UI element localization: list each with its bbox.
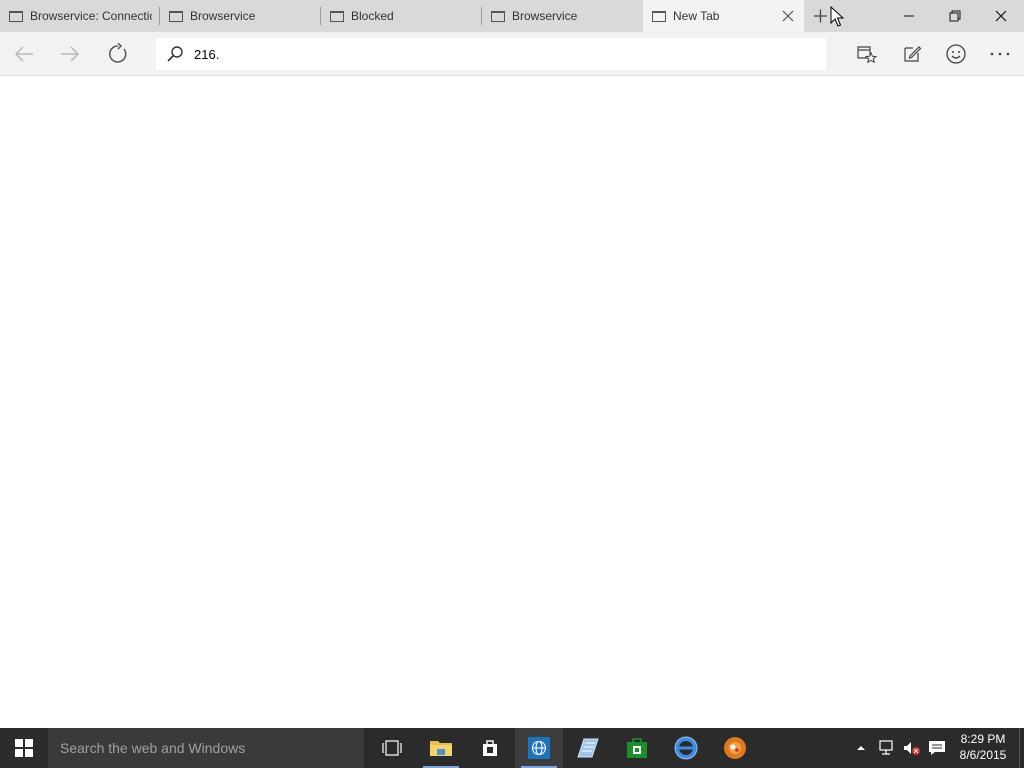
feedback-button[interactable]	[941, 40, 971, 68]
tab-blocked[interactable]: Blocked	[321, 0, 481, 32]
action-center-icon[interactable]	[927, 738, 947, 758]
page-icon	[330, 10, 344, 22]
web-note-button[interactable]	[897, 40, 927, 68]
hub-icon	[857, 46, 878, 64]
navigation-bar	[0, 32, 1024, 76]
address-bar[interactable]	[156, 38, 826, 70]
clock-time: 8:29 PM	[960, 732, 1006, 746]
back-button[interactable]	[9, 40, 39, 68]
tab-title: New Tab	[673, 9, 720, 23]
globe-icon	[528, 737, 550, 759]
page-icon	[491, 10, 505, 22]
taskbar-file-explorer[interactable]	[417, 728, 465, 768]
search-icon	[166, 45, 184, 68]
page-content	[0, 77, 1024, 728]
search-placeholder: Search the web and Windows	[60, 740, 246, 756]
tab-strip: Browservice: Connectio Browservice Block…	[0, 0, 1024, 32]
mouse-cursor-icon	[830, 5, 845, 33]
tab-browservice-2[interactable]: Browservice	[482, 0, 643, 32]
start-button[interactable]	[0, 728, 48, 768]
notepad-icon	[577, 738, 599, 758]
taskbar-notes-app[interactable]	[564, 728, 612, 768]
edge-icon	[674, 736, 698, 760]
more-button[interactable]	[985, 40, 1015, 68]
page-icon	[652, 10, 666, 22]
restore-button[interactable]	[932, 0, 978, 32]
shopping-bag-icon	[627, 738, 647, 758]
minimize-button[interactable]	[886, 0, 932, 32]
page-icon	[169, 10, 183, 22]
clock-date: 8/6/2015	[959, 748, 1007, 762]
taskbar-store[interactable]	[466, 728, 514, 768]
restore-icon	[949, 10, 961, 22]
tab-title: Blocked	[351, 9, 394, 23]
task-view-button[interactable]	[368, 728, 416, 768]
arrow-left-icon	[14, 46, 33, 62]
show-desktop-button[interactable]	[1019, 728, 1024, 768]
tab-title: Browservice	[512, 9, 578, 23]
taskbar-search-box[interactable]: Search the web and Windows	[48, 728, 364, 768]
tab-browservice[interactable]: Browservice	[160, 0, 320, 32]
system-clock[interactable]: 8:29 PM 8/6/2015	[950, 731, 1016, 763]
smiley-icon	[946, 44, 966, 64]
tab-browservice-connection[interactable]: Browservice: Connectio	[0, 0, 159, 32]
taskbar: Search the web and Windows 8:29 PM 8/6/2…	[0, 728, 1024, 768]
windows-logo-icon	[15, 739, 33, 757]
close-tab-icon[interactable]	[780, 8, 796, 24]
close-icon	[995, 10, 1007, 22]
tab-title: Browservice: Connectio	[30, 9, 152, 23]
tab-new-tab[interactable]: New Tab	[643, 0, 804, 32]
task-view-icon	[382, 740, 402, 756]
store-bag-icon	[483, 740, 497, 756]
taskbar-store-green[interactable]	[613, 728, 661, 768]
chevron-up-icon	[857, 746, 865, 750]
refresh-icon	[109, 43, 127, 63]
taskbar-media-app[interactable]	[711, 728, 759, 768]
more-icon	[990, 52, 1010, 56]
volume-muted-icon[interactable]	[901, 738, 921, 758]
minimize-icon	[904, 15, 914, 17]
forward-button[interactable]	[55, 40, 85, 68]
folder-icon	[430, 741, 452, 756]
hub-button[interactable]	[852, 40, 882, 68]
tab-title: Browservice	[190, 9, 256, 23]
refresh-button[interactable]	[103, 40, 133, 68]
network-icon[interactable]	[876, 738, 896, 758]
media-player-icon	[724, 737, 746, 759]
web-note-icon	[904, 46, 922, 62]
close-window-button[interactable]	[978, 0, 1024, 32]
desktop-screen: Browservice: Connectio Browservice Block…	[0, 0, 1024, 768]
taskbar-edge[interactable]	[662, 728, 710, 768]
show-hidden-icons-button[interactable]	[851, 738, 871, 758]
arrow-right-icon	[61, 46, 80, 62]
address-input[interactable]	[194, 38, 814, 70]
page-icon	[9, 10, 23, 22]
taskbar-browser[interactable]	[515, 728, 563, 768]
